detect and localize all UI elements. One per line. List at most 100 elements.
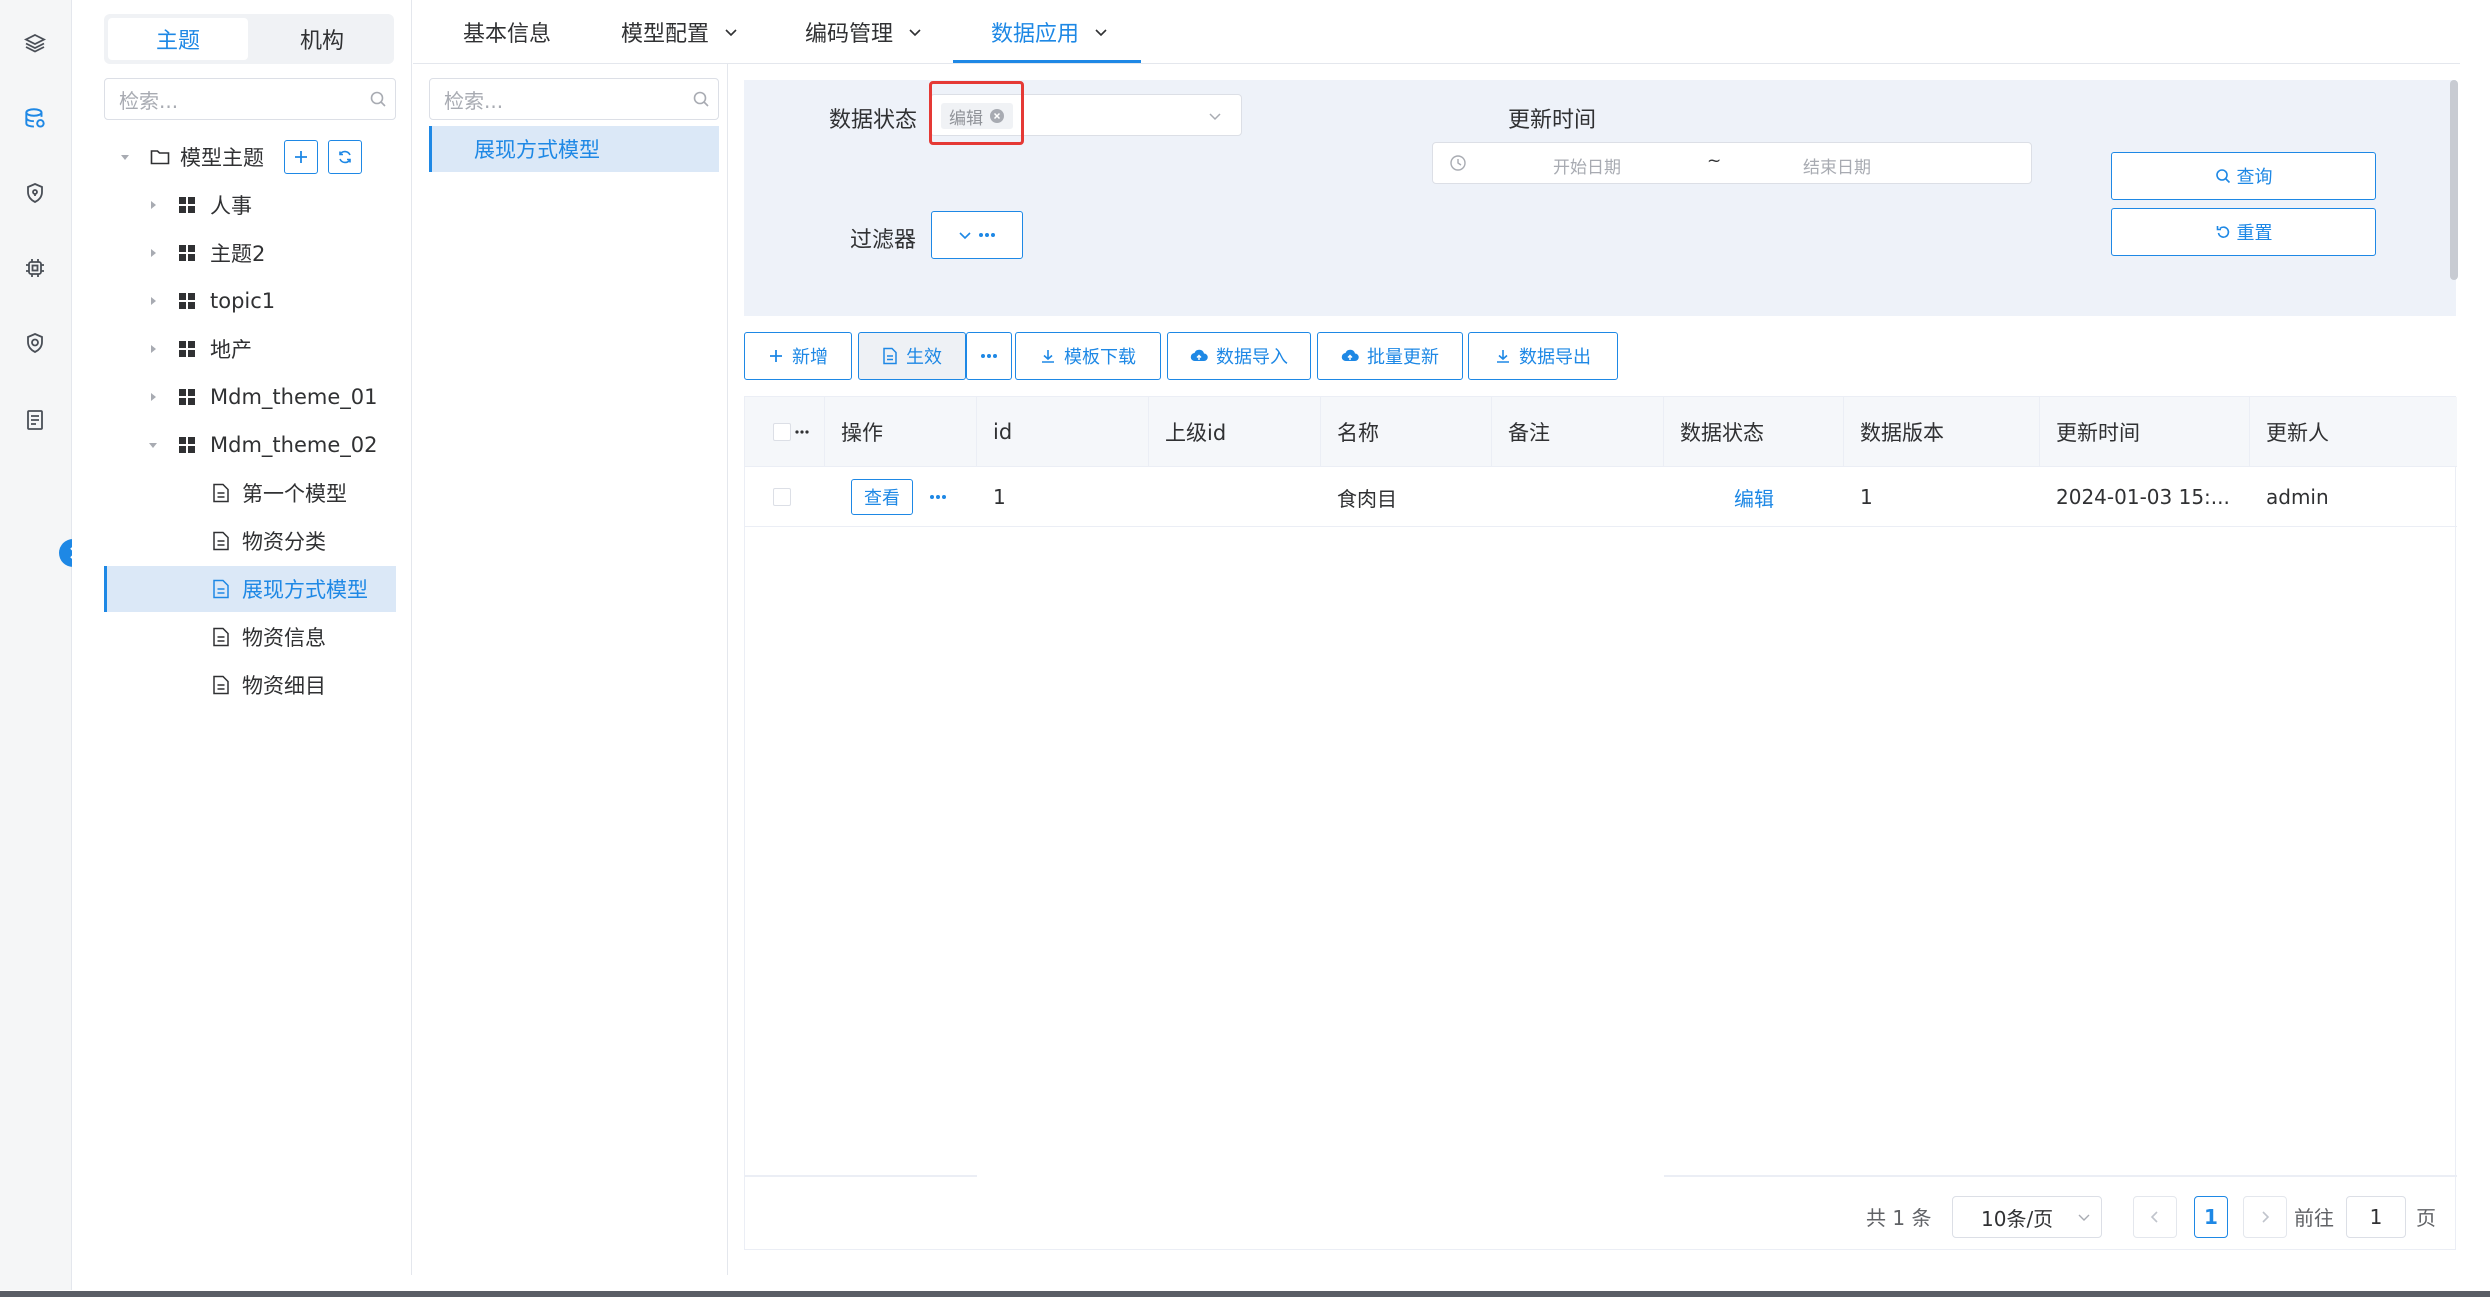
tree-node-theme[interactable]: Mdm_theme_01 <box>104 374 396 420</box>
grid-icon <box>178 340 196 358</box>
shield-icon[interactable] <box>20 178 50 208</box>
database-icon[interactable] <box>20 104 50 134</box>
row-checkbox[interactable] <box>773 488 791 506</box>
start-date-input[interactable]: 开始日期 <box>1553 153 1621 178</box>
active-tab-indicator <box>953 60 1141 63</box>
column-header[interactable]: 数据状态 <box>1664 397 1844 467</box>
page-number-current[interactable]: 1 <box>2194 1196 2228 1238</box>
tree-node-theme[interactable]: topic1 <box>104 278 396 324</box>
effect-button-label: 生效 <box>906 347 942 368</box>
document-icon[interactable] <box>20 405 50 435</box>
cell-status[interactable]: 编辑 <box>1664 467 1844 527</box>
fixed-column-shadow <box>1664 1175 2457 1177</box>
range-separator: ~ <box>1707 151 1722 171</box>
column-header[interactable]: id <box>977 397 1149 467</box>
cell-id: 1 <box>993 485 1006 509</box>
chevron-down-icon <box>725 29 737 37</box>
grid-icon <box>178 436 196 454</box>
column-header[interactable]: 更新时间 <box>2040 397 2250 467</box>
model-search-input[interactable]: 检索... <box>429 78 719 120</box>
goto-page-input[interactable]: 1 <box>2346 1196 2406 1238</box>
page-suffix: 页 <box>2416 1206 2436 1230</box>
theme-org-switch: 主题 机构 <box>104 14 394 64</box>
column-header[interactable]: 备注 <box>1492 397 1664 467</box>
tree-root-model-theme[interactable]: 模型主题 <box>104 134 396 180</box>
caret-right-icon[interactable] <box>146 294 160 308</box>
next-page-button[interactable] <box>2243 1196 2287 1238</box>
tab-basic-info[interactable]: 基本信息 <box>463 0 551 64</box>
prev-page-button[interactable] <box>2133 1196 2177 1238</box>
cloud-upload-icon <box>1341 349 1359 362</box>
column-header[interactable]: 操作 <box>825 397 977 467</box>
chevron-down-icon <box>909 29 921 37</box>
tree-search-input[interactable]: 检索... <box>104 78 396 120</box>
tab-theme[interactable]: 主题 <box>108 18 248 60</box>
grid-icon <box>178 292 196 310</box>
tab-label: 数据应用 <box>991 22 1080 47</box>
filter-scrollbar[interactable] <box>2450 80 2458 280</box>
tab-label: 模型配置 <box>621 22 710 47</box>
tree-node-label: 主题2 <box>210 242 266 266</box>
tree-node-model[interactable]: 第一个模型 <box>104 470 396 516</box>
query-button[interactable]: 查询 <box>2111 152 2376 200</box>
model-list-item-selected[interactable]: 展现方式模型 <box>429 126 719 172</box>
tree-node-model[interactable]: 物资细目 <box>104 662 396 708</box>
more-actions-button[interactable] <box>966 332 1012 380</box>
data-export-button[interactable]: 数据导出 <box>1468 332 1618 380</box>
tree-node-theme[interactable]: 地产 <box>104 326 396 372</box>
tree-node-model[interactable]: 物资分类 <box>104 518 396 564</box>
tree-node-model[interactable]: 物资信息 <box>104 614 396 660</box>
cell-updater: admin <box>2266 485 2329 509</box>
fixed-column-shadow <box>745 1175 977 1177</box>
chip-icon[interactable] <box>20 253 50 283</box>
model-search-placeholder: 检索... <box>444 88 504 113</box>
column-header[interactable]: 数据版本 <box>1844 397 2040 467</box>
more-icon <box>795 430 809 434</box>
refresh-tree-button[interactable] <box>328 140 362 174</box>
data-table: 操作 id 上级id 名称 备注 数据状态 数据版本 更新时间 更新人 查看 1… <box>744 396 2457 1250</box>
view-button[interactable]: 查看 <box>851 479 913 515</box>
query-button-label: 查询 <box>2236 167 2273 188</box>
select-all-checkbox[interactable] <box>773 423 791 441</box>
add-button[interactable]: 新增 <box>744 332 852 380</box>
goto-label: 前往 <box>2294 1206 2334 1230</box>
template-download-button[interactable]: 模板下载 <box>1015 332 1161 380</box>
add-theme-button[interactable] <box>284 140 318 174</box>
tree-node-label: 物资分类 <box>242 530 326 554</box>
data-import-button[interactable]: 数据导入 <box>1167 332 1311 380</box>
shield-check-icon[interactable] <box>20 328 50 358</box>
update-time-range-picker[interactable]: 开始日期 ~ 结束日期 <box>1432 142 2032 184</box>
reset-button[interactable]: 重置 <box>2111 208 2376 256</box>
cell-remark <box>1492 467 1664 527</box>
caret-down-icon[interactable] <box>118 150 132 164</box>
tree-node-theme-expanded[interactable]: Mdm_theme_02 <box>104 422 396 468</box>
caret-right-icon[interactable] <box>146 342 160 356</box>
tree-node-theme[interactable]: 人事 <box>104 182 396 228</box>
page-size-select[interactable]: 10条/页 <box>1952 1196 2102 1238</box>
caret-right-icon[interactable] <box>146 198 160 212</box>
column-header[interactable]: 名称 <box>1321 397 1492 467</box>
reset-button-label: 重置 <box>2236 223 2273 244</box>
tab-data-application[interactable]: 数据应用 <box>991 0 1109 64</box>
effect-button[interactable]: 生效 <box>858 332 966 380</box>
layers-icon[interactable] <box>20 28 50 58</box>
tab-organization[interactable]: 机构 <box>254 18 390 60</box>
tree-node-model-selected[interactable]: 展现方式模型 <box>104 566 396 612</box>
tree-node-label: Mdm_theme_01 <box>210 385 378 409</box>
caret-down-icon[interactable] <box>146 438 160 452</box>
tab-code-management[interactable]: 编码管理 <box>805 0 923 64</box>
caret-right-icon[interactable] <box>146 390 160 404</box>
download-icon <box>1497 350 1509 363</box>
batch-update-button[interactable]: 批量更新 <box>1317 332 1463 380</box>
column-header[interactable]: 上级id <box>1149 397 1321 467</box>
tree-node-theme[interactable]: 主题2 <box>104 230 396 276</box>
add-button-label: 新增 <box>792 347 828 368</box>
row-more-icon[interactable] <box>929 494 947 500</box>
table-row[interactable]: 查看 1 食肉目 编辑 1 2024-01-03 15:... admin <box>745 467 2457 527</box>
tab-model-config[interactable]: 模型配置 <box>621 0 739 64</box>
caret-right-icon[interactable] <box>146 246 160 260</box>
end-date-input[interactable]: 结束日期 <box>1803 153 1871 178</box>
filter-options-button[interactable] <box>931 211 1023 259</box>
column-header[interactable]: 更新人 <box>2250 397 2457 467</box>
cell-name: 食肉目 <box>1337 486 1397 511</box>
